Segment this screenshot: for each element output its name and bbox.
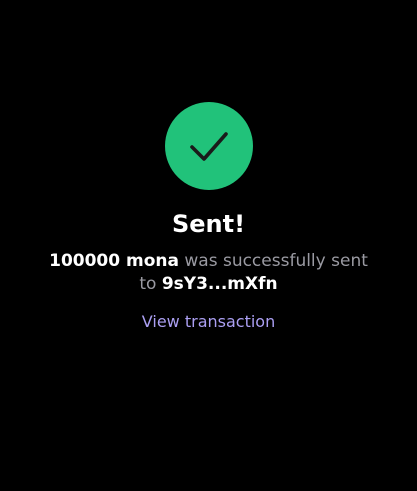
- success-badge: [165, 102, 253, 190]
- checkmark-icon: [190, 132, 228, 161]
- send-success-screen: Sent! 100000 mona was successfully sent …: [0, 0, 417, 491]
- success-message: 100000 mona was successfully sent to 9sY…: [40, 250, 377, 296]
- sent-amount: 100000 mona: [49, 251, 179, 271]
- recipient-address: 9sY3...mXfn: [161, 274, 278, 294]
- success-title: Sent!: [171, 210, 246, 238]
- view-transaction-link-row: View transaction: [0, 310, 417, 334]
- view-transaction-link[interactable]: View transaction: [142, 312, 275, 331]
